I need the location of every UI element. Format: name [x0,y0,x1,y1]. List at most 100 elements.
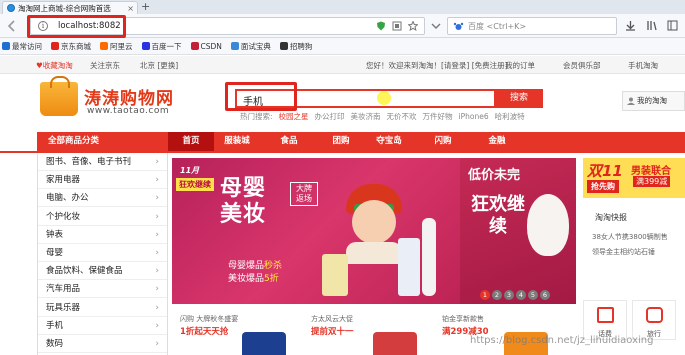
sidebar-icon[interactable] [667,20,678,31]
my-orders-link[interactable]: 我的订单 [505,60,535,71]
service-travel[interactable]: 旅行 [632,300,676,340]
banner-dot[interactable]: 1 [480,290,490,300]
chevron-right-icon: › [155,193,159,204]
ad-tag: 抢先购 [587,180,619,193]
category-item[interactable]: 家用电器 › [38,171,167,190]
nav-item[interactable]: 夺宝岛 [366,132,412,151]
banner-badge: 大牌返场 [290,182,318,206]
nav-item[interactable]: 首页 [168,132,214,151]
bookmark-label: CSDN [200,41,222,51]
news-item[interactable]: 38女人节携3800辆制售 [592,232,668,242]
category-label: 家用电器 [46,175,81,186]
tab-close-icon[interactable]: × [127,4,134,13]
category-item[interactable]: 母婴 › [38,244,167,262]
nav-item[interactable]: 服装城 [214,132,260,151]
favorite-link[interactable]: ♥收藏淘淘 [36,60,73,71]
hot-search-item[interactable]: 办公打印 [315,112,345,121]
follow-link[interactable]: 关注京东 [90,60,120,71]
bookmark-icon [190,42,199,50]
site-topbar: ♥收藏淘淘 关注京东 北京 [更换] 您好！欢迎来到淘淘！[请登录] [免费注册… [0,56,685,74]
promo-card[interactable]: 闪购 大牌秋冬盛宴 1折起天天抢 [172,310,296,355]
bookmark-item[interactable]: CSDN [190,41,222,51]
nav-item[interactable]: 团购 [318,132,364,151]
suitcase-icon [646,307,663,323]
news-item[interactable]: 领导金主相约站石锤 [592,247,655,257]
my-tao-button[interactable]: 我的淘淘 [622,91,685,111]
bookmark-item[interactable]: 阿里云 [100,41,133,52]
chevron-right-icon: › [155,248,159,258]
banner-dot[interactable]: 5 [528,290,538,300]
browser-search-placeholder: 百度 <Ctrl+K> [468,21,527,31]
hot-search-item[interactable]: 校园之星 [279,112,309,121]
all-categories-header[interactable]: 全部商品分类 [37,132,168,151]
bookmark-label: 招聘狗 [289,41,313,51]
logo-url: www.taotao.com [87,106,170,116]
hot-search-item[interactable]: 无价不欢 [387,112,417,121]
category-item[interactable]: 电脑、办公 › [38,189,167,208]
back-icon[interactable] [6,20,18,32]
category-label: 图书、音像、电子书刊 [46,157,132,167]
mobile-link[interactable]: 手机淘淘 [628,60,658,71]
category-label: 食品饮料、保健食品 [46,266,123,277]
category-item[interactable]: 手机 › [38,317,167,335]
chevron-right-icon: › [155,229,159,240]
category-item[interactable]: 图书、音像、电子书刊 › [38,153,167,171]
nav-item[interactable]: 闪购 [420,132,466,151]
bookmark-item[interactable]: 招聘狗 [279,41,313,52]
shield-icon[interactable] [376,21,386,31]
face-mask-image [527,194,569,256]
hot-search-item[interactable]: 万件好物 [423,112,453,121]
banner-dot[interactable]: 6 [540,290,550,300]
promo-banner[interactable]: 11月 狂欢继续 母婴 美妆 大牌返场 母婴爆品秒杀 美妆爆品5折 低价未完 狂… [172,158,576,304]
banner-right-line2: 狂欢继续 [471,194,525,237]
location-selector[interactable]: 北京 [更换] [140,60,178,71]
promo-card[interactable]: 方太风云大促 提前双十一 [303,310,427,355]
bookmark-star-icon[interactable] [408,21,418,31]
bookmark-item[interactable]: 面试宝典 [230,41,271,52]
ad-line2: 满399减 [633,176,671,187]
nav-item[interactable]: 金融 [474,132,520,151]
category-list: 图书、音像、电子书刊 › 家用电器 › 电脑、办公 › 个护化妆 › 钟表 › 母婴 › 食品饮料、保健… [37,153,168,355]
category-item[interactable]: 个护化妆 › [38,208,167,226]
category-item[interactable]: 玩具乐器 › [38,299,167,317]
site-search-button[interactable]: 搜索 [495,89,543,108]
vip-club-link[interactable]: 会员俱乐部 [563,60,601,71]
library-icon[interactable] [646,20,657,31]
promo-card[interactable]: 铂金享新款售 满299减30 [434,310,558,355]
shopping-bag-icon [40,76,78,116]
banner-date: 11月 [180,162,199,177]
banner-dot[interactable]: 4 [516,290,526,300]
main-nav: 首页 服装城 食品 团购 夺宝岛 闪购 金融 [168,132,685,151]
download-icon[interactable] [625,20,636,31]
category-item[interactable]: 数码 › [38,335,167,353]
site-logo[interactable]: 涛涛购物网 www.taotao.com [40,76,190,122]
banner-title: 母婴 美妆 [220,176,266,228]
nav-item[interactable]: 食品 [266,132,312,151]
hot-search-item[interactable]: iPhone6 [459,112,489,121]
login-greeting[interactable]: 您好！欢迎来到淘淘！[请登录] [免费注册] [366,60,508,71]
bookmark-item[interactable]: 最常访问 [2,41,42,52]
category-item[interactable]: 食品饮料、保健食品 › [38,262,167,281]
category-item[interactable]: 钟表 › [38,226,167,244]
new-tab-button[interactable]: + [141,1,150,13]
banner-dot[interactable]: 2 [492,290,502,300]
bookmark-item[interactable]: 百度一下 [141,41,182,52]
double-11-ad[interactable]: 双11 抢先购 男装联合 满399减 [583,158,685,198]
dropdown-icon[interactable] [430,20,442,32]
bookmark-item[interactable]: 京东商城 [51,41,91,52]
mouse-cursor-highlight [377,91,391,105]
browser-search-box[interactable]: 百度 <Ctrl+K> [447,17,617,35]
hot-search-item[interactable]: 哈利波特 [495,112,525,121]
qr-icon[interactable] [392,21,402,31]
service-phone[interactable]: 话费 [583,300,627,340]
category-item[interactable]: 汽车用品 › [38,280,167,299]
hot-search-list: 热门搜索: 校园之星 办公打印 美妆济南 无价不欢 万件好物 iPhone6 哈利波特 [240,111,531,122]
hot-search-item[interactable]: 美妆济南 [351,112,381,121]
category-label: 手机 [46,320,64,331]
banner-promo: 母婴爆品秒杀 美妆爆品5折 [228,260,282,286]
bookmark-icon [51,42,59,50]
browser-tab[interactable]: 淘淘网上商城-综合网购首选 × [2,1,138,14]
category-label: 电脑、办公 [46,193,89,204]
banner-dot[interactable]: 3 [504,290,514,300]
tab-title: 淘淘网上商城-综合网购首选 [18,3,111,13]
